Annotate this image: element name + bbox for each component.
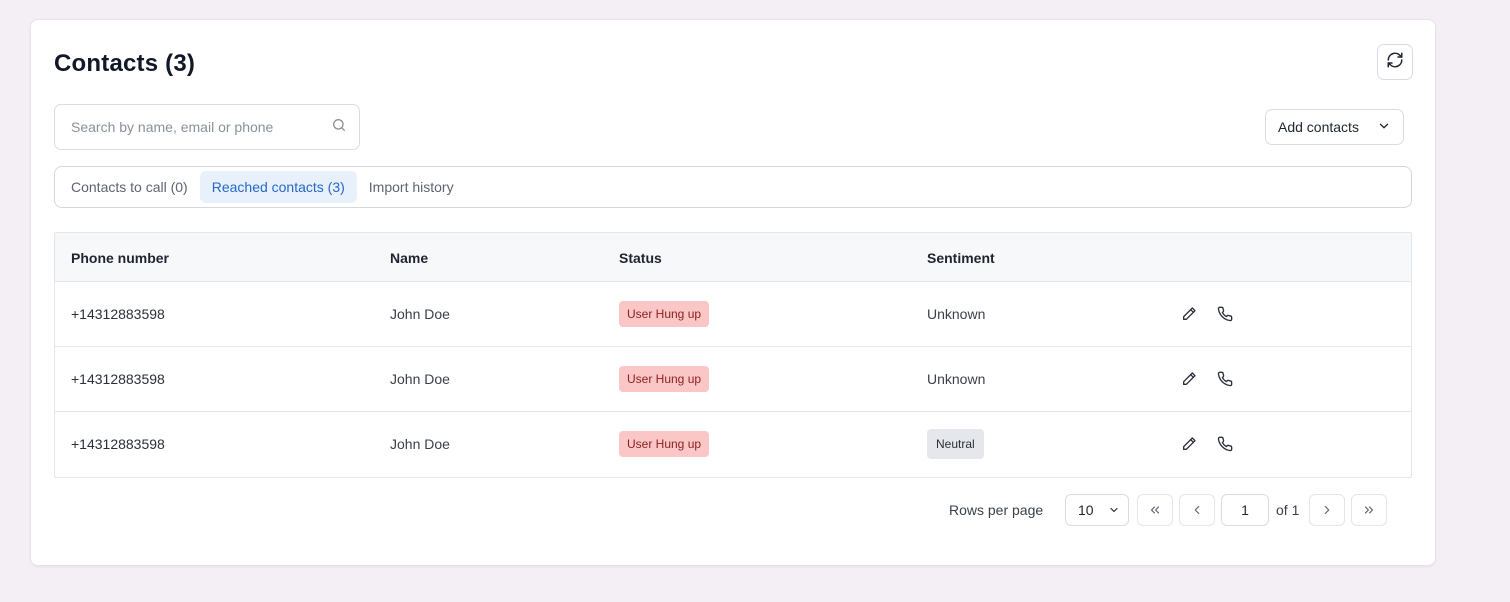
name-cell: John Doe xyxy=(390,371,450,387)
rows-per-page-select[interactable]: 10 xyxy=(1065,494,1129,526)
phone-icon xyxy=(1217,371,1233,387)
status-badge: User Hung up xyxy=(619,366,710,392)
phone-cell: +14312883598 xyxy=(71,306,165,322)
pencil-icon xyxy=(1183,372,1196,385)
pencil-icon xyxy=(1183,437,1196,450)
call-button[interactable] xyxy=(1215,304,1235,324)
name-cell: John Doe xyxy=(390,436,450,452)
phone-cell: +14312883598 xyxy=(71,436,165,452)
phone-icon xyxy=(1217,436,1233,452)
status-badge: User Hung up xyxy=(619,431,710,457)
pencil-icon xyxy=(1183,307,1196,320)
chevrons-right-icon xyxy=(1364,506,1374,514)
add-contacts-button[interactable]: Add contacts xyxy=(1265,109,1404,145)
chevrons-left-icon xyxy=(1150,506,1160,514)
table-row: +14312883598 John Doe User Hung up Unkno… xyxy=(55,347,1411,412)
chevron-down-icon xyxy=(1110,507,1118,513)
page-title: Contacts (3) xyxy=(54,50,196,77)
search-icon[interactable] xyxy=(331,117,347,138)
column-header-sentiment: Sentiment xyxy=(927,249,995,266)
page-number-input[interactable] xyxy=(1221,494,1269,526)
pagination: Rows per page 10 of 1 xyxy=(31,494,1435,526)
chevron-left-icon xyxy=(1194,505,1200,515)
rows-per-page-value: 10 xyxy=(1078,502,1094,518)
phone-icon xyxy=(1217,306,1233,322)
prev-page-button[interactable] xyxy=(1179,494,1215,526)
sentiment-cell: Neutral xyxy=(927,412,984,476)
phone-cell: +14312883598 xyxy=(71,371,165,387)
column-header-phone: Phone number xyxy=(71,249,170,266)
page-count-label: of 1 xyxy=(1276,502,1300,518)
contacts-table: Phone number Name Status Sentiment +1431… xyxy=(54,232,1412,478)
chevron-down-icon xyxy=(1377,119,1391,136)
edit-button[interactable] xyxy=(1179,434,1199,454)
sentiment-cell: Unknown xyxy=(927,371,986,387)
chevron-right-icon xyxy=(1324,505,1330,515)
search-box xyxy=(54,104,360,150)
first-page-button[interactable] xyxy=(1137,494,1173,526)
status-cell: User Hung up xyxy=(619,282,710,346)
add-contacts-label: Add contacts xyxy=(1278,119,1359,135)
status-cell: User Hung up xyxy=(619,347,710,411)
tab-reached-contacts[interactable]: Reached contacts (3) xyxy=(199,171,357,203)
name-cell: John Doe xyxy=(390,306,450,322)
edit-button[interactable] xyxy=(1179,304,1199,324)
status-badge: User Hung up xyxy=(619,301,710,327)
tab-import-history[interactable]: Import history xyxy=(357,171,466,203)
edit-button[interactable] xyxy=(1179,369,1199,389)
contacts-card: Contacts (3) Add contacts C xyxy=(30,19,1436,566)
call-button[interactable] xyxy=(1215,369,1235,389)
next-page-button[interactable] xyxy=(1309,494,1345,526)
search-input[interactable] xyxy=(71,119,331,135)
sentiment-cell: Unknown xyxy=(927,306,986,322)
last-page-button[interactable] xyxy=(1351,494,1387,526)
status-cell: User Hung up xyxy=(619,412,710,476)
table-row: +14312883598 John Doe User Hung up Unkno… xyxy=(55,282,1411,347)
tab-bar: Contacts to call (0) Reached contacts (3… xyxy=(54,166,1412,208)
column-header-name: Name xyxy=(390,249,429,266)
table-row: +14312883598 John Doe User Hung up Neutr… xyxy=(55,412,1411,477)
call-button[interactable] xyxy=(1215,434,1235,454)
column-header-status: Status xyxy=(619,249,662,266)
rows-per-page-label: Rows per page xyxy=(949,502,1044,518)
refresh-icon xyxy=(1386,51,1404,74)
refresh-button[interactable] xyxy=(1377,44,1413,80)
table-header: Phone number Name Status Sentiment xyxy=(55,233,1411,282)
tab-contacts-to-call[interactable]: Contacts to call (0) xyxy=(59,171,200,203)
sentiment-badge: Neutral xyxy=(927,429,984,459)
